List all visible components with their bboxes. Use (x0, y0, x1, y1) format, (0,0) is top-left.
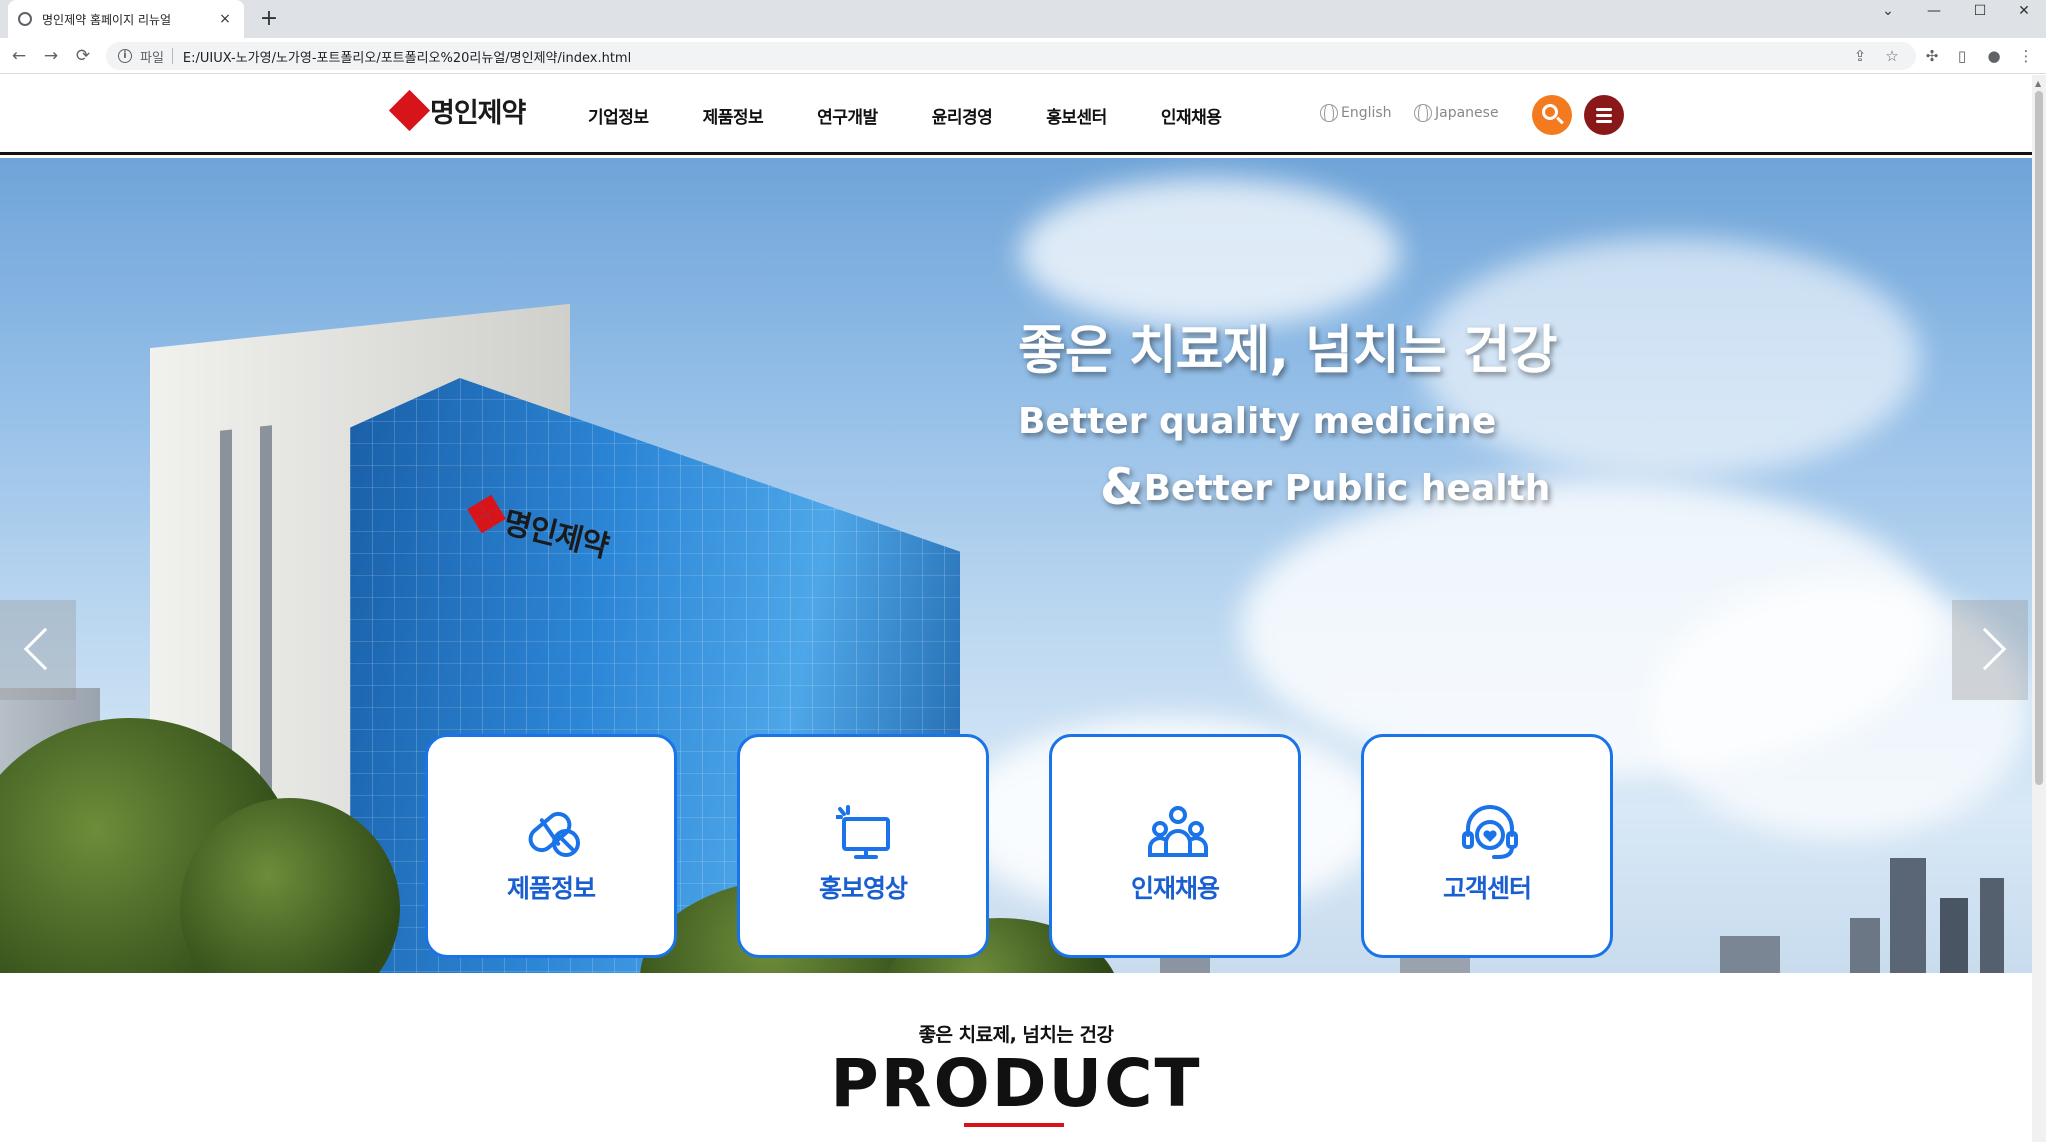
pill-icon (528, 811, 580, 857)
quick-link-label: 고객센터 (1442, 874, 1532, 903)
new-tab-button[interactable]: + (256, 6, 282, 32)
people-icon (1148, 806, 1208, 857)
globe-icon (1414, 104, 1432, 122)
share-icon[interactable]: ⇪ (1848, 44, 1872, 68)
hero-slider: 명인제약 좋은 치료제, 넘치는 건강 Better quality medic… (0, 158, 2032, 973)
scheme-label: 파일 (140, 50, 164, 66)
minimize-button[interactable]: — (1912, 0, 1956, 24)
kebab-menu-icon[interactable]: ⋮ (2014, 44, 2038, 68)
hero-copy: 좋은 치료제, 넘치는 건강 Better quality medicine &… (1018, 308, 1557, 516)
search-button[interactable] (1532, 95, 1572, 135)
lang-japanese-label: Japanese (1435, 105, 1499, 121)
quick-link-careers[interactable]: 인재채용 (1049, 734, 1301, 958)
scroll-up-icon[interactable]: ▲ (2035, 79, 2041, 88)
lang-english-label: English (1341, 105, 1392, 121)
quick-link-video[interactable]: 홍보영상 (737, 734, 989, 958)
close-window-button[interactable]: ✕ (2002, 0, 2046, 24)
headset-icon (1462, 805, 1518, 859)
page-viewport: 명인제약 기업정보 제품정보 연구개발 윤리경영 홍보센터 인재채용 Engli… (0, 75, 2032, 1142)
quick-link-label: 인재채용 (1130, 874, 1220, 903)
hero-line-2: Better quality medicine (1018, 401, 1497, 442)
site-header: 명인제약 기업정보 제품정보 연구개발 윤리경영 홍보센터 인재채용 Engli… (0, 75, 2032, 155)
back-button[interactable]: ← (6, 43, 32, 69)
site-info-icon[interactable]: i (118, 49, 132, 63)
site-logo[interactable]: 명인제약 (388, 89, 526, 131)
nav-item-research[interactable]: 연구개발 (817, 103, 878, 128)
profile-icon[interactable]: ● (1982, 44, 2006, 68)
tab-search-icon[interactable]: ⌄ (1866, 0, 1910, 24)
chevron-left-icon (23, 627, 67, 671)
nav-item-careers[interactable]: 인재채용 (1161, 103, 1222, 128)
next-slide-button[interactable] (1952, 600, 2028, 700)
url-text[interactable]: E:/UIUX-노가영/노가영-포트폴리오/포트폴리오%20리뉴얼/명인제약/i… (183, 47, 631, 66)
address-divider (171, 48, 173, 64)
chevron-right-icon (1963, 627, 2007, 671)
quick-link-label: 제품정보 (506, 874, 596, 903)
forward-button[interactable]: → (38, 43, 64, 69)
monitor-icon (836, 805, 890, 859)
product-title-underline (964, 1123, 1064, 1127)
logo-diamond-icon (388, 89, 431, 131)
product-title: PRODUCT (830, 1045, 1202, 1122)
reload-button[interactable]: ⟳ (70, 43, 96, 69)
nav-item-products[interactable]: 제품정보 (703, 103, 764, 128)
browser-tab[interactable]: 명인제약 홈페이지 리뉴얼 × (8, 0, 244, 38)
nav-item-ethics[interactable]: 윤리경영 (932, 103, 993, 128)
nav-item-pr[interactable]: 홍보센터 (1046, 103, 1107, 128)
browser-toolbar: ← → ⟳ i 파일 E:/UIUX-노가영/노가영-포트폴리오/포트폴리오%2… (0, 38, 2046, 74)
close-tab-icon[interactable]: × (216, 11, 234, 27)
hero-line-3: &Better Public health (1100, 458, 1551, 516)
browser-tab-strip: 명인제약 홈페이지 리뉴얼 × + ⌄ — ☐ ✕ (0, 0, 2046, 38)
lang-japanese[interactable]: Japanese (1414, 104, 1499, 122)
quick-link-support[interactable]: 고객센터 (1361, 734, 1613, 958)
extension-icon[interactable]: ✣ (1920, 44, 1944, 68)
logo-diamond-icon (466, 494, 507, 535)
bookmark-star-icon[interactable]: ☆ (1880, 44, 1904, 68)
quick-link-products[interactable]: 제품정보 (425, 734, 677, 958)
address-bar[interactable]: i 파일 E:/UIUX-노가영/노가영-포트폴리오/포트폴리오%20리뉴얼/명… (106, 42, 1916, 70)
scrollbar-thumb[interactable] (2035, 91, 2043, 785)
all-menu-button[interactable] (1584, 95, 1624, 135)
quick-link-label: 홍보영상 (818, 874, 908, 903)
globe-favicon-icon (18, 12, 32, 26)
main-nav: 기업정보 제품정보 연구개발 윤리경영 홍보센터 인재채용 (588, 103, 1275, 128)
hamburger-icon (1596, 108, 1612, 111)
maximize-button[interactable]: ☐ (1958, 0, 2002, 24)
logo-text: 명인제약 (430, 98, 526, 129)
prev-slide-button[interactable] (0, 600, 76, 700)
side-panel-icon[interactable]: ▯ (1950, 44, 1974, 68)
lang-english[interactable]: English (1320, 104, 1392, 122)
globe-icon (1320, 104, 1338, 122)
product-subtitle: 좋은 치료제, 넘치는 건강 (918, 1024, 1114, 1046)
page-scrollbar[interactable]: ▲ (2032, 75, 2046, 1142)
nav-item-company[interactable]: 기업정보 (588, 103, 649, 128)
hero-headline: 좋은 치료제, 넘치는 건강 (1018, 321, 1557, 381)
tab-title: 명인제약 홈페이지 리뉴얼 (42, 12, 172, 27)
